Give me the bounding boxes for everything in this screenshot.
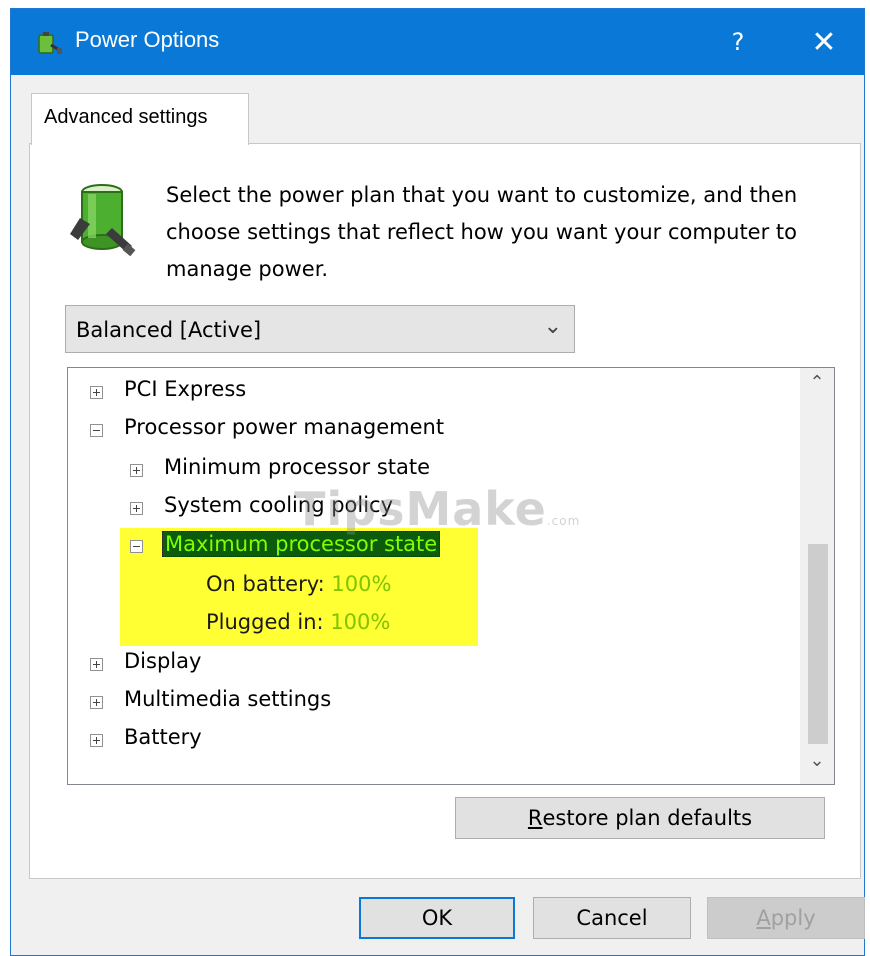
plugged-in-setting[interactable]: Plugged in: 100% (206, 610, 390, 634)
power-plan-value: Balanced [Active] (76, 318, 262, 342)
scroll-down-arrow-icon[interactable]: ⌄ (800, 750, 834, 780)
tree-item-label: Minimum processor state (164, 455, 431, 479)
apply-mnemonic: A (756, 906, 771, 930)
chevron-down-icon: ⌄ (543, 314, 562, 339)
settings-tree[interactable]: PCI Express Processor power management M… (67, 367, 835, 785)
apply-label: pply (770, 906, 816, 930)
expand-icon[interactable] (90, 696, 103, 709)
restore-plan-defaults-button[interactable]: Restore plan defaults (455, 797, 825, 839)
tree-item-label: PCI Express (124, 377, 247, 401)
ok-button[interactable]: OK (359, 897, 515, 939)
tree-item-label: Processor power management (124, 415, 445, 439)
expand-icon[interactable] (130, 464, 143, 477)
tree-item-label: Multimedia settings (124, 687, 332, 711)
title-bar[interactable]: Power Options ? ✕ (11, 9, 864, 75)
setting-label: Plugged in: (206, 610, 324, 634)
vertical-scrollbar[interactable]: ⌃ ⌄ (800, 368, 834, 784)
expand-icon[interactable] (90, 734, 103, 747)
watermark-suffix: .com (546, 514, 581, 528)
power-options-icon (38, 32, 62, 54)
expand-icon[interactable] (90, 658, 103, 671)
setting-value[interactable]: 100% (331, 572, 391, 596)
watermark-brand: TipsMake (294, 482, 547, 536)
setting-label: On battery: (206, 572, 325, 596)
battery-plan-icon (70, 184, 136, 257)
help-button[interactable]: ? (715, 19, 761, 65)
power-plan-select[interactable]: Balanced [Active] ⌄ (65, 305, 575, 353)
restore-mnemonic: R (527, 806, 543, 830)
tree-item-label: Display (124, 649, 202, 673)
apply-button[interactable]: Apply (707, 897, 865, 939)
collapse-icon[interactable] (90, 424, 103, 437)
tab-advanced-settings[interactable]: Advanced settings (31, 93, 249, 145)
setting-value[interactable]: 100% (330, 610, 390, 634)
expand-icon[interactable] (130, 502, 143, 515)
close-button[interactable]: ✕ (801, 19, 847, 65)
on-battery-setting[interactable]: On battery: 100% (206, 572, 391, 596)
scroll-up-arrow-icon[interactable]: ⌃ (800, 372, 834, 402)
scroll-thumb[interactable] (808, 544, 828, 744)
restore-label: estore plan defaults (542, 806, 753, 830)
power-options-window: Power Options ? ✕ Advanced settings Sele… (10, 8, 865, 956)
collapse-icon[interactable] (130, 540, 143, 553)
tree-item-label: Battery (124, 725, 202, 749)
watermark-logo: TipsMake.com (294, 482, 580, 536)
description-text: Select the power plan that you want to c… (166, 183, 798, 281)
cancel-button[interactable]: Cancel (533, 897, 691, 939)
window-title: Power Options (75, 27, 220, 52)
expand-icon[interactable] (90, 386, 103, 399)
